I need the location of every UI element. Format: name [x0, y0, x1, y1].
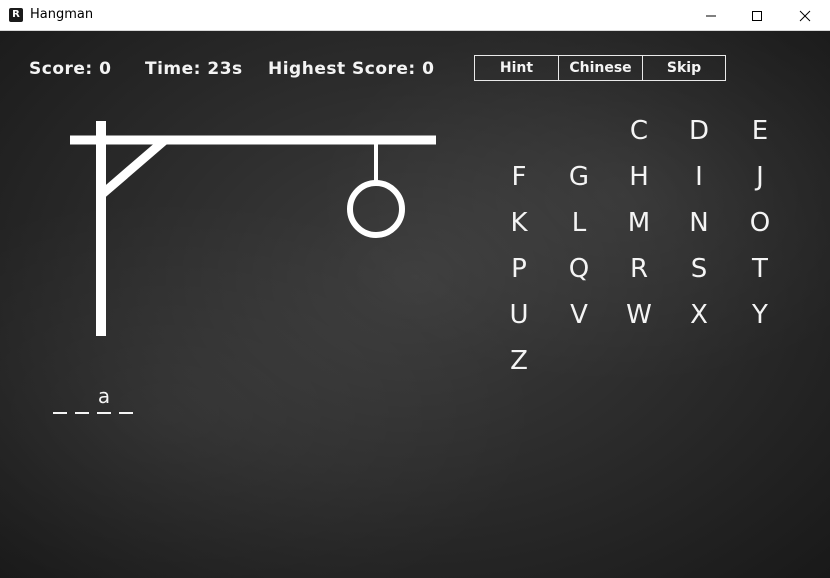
close-icon — [799, 10, 811, 22]
time-label: Time: 23s — [145, 59, 243, 79]
minimize-icon — [706, 15, 716, 17]
letter-button-l[interactable]: L — [559, 205, 599, 241]
gallows — [70, 121, 436, 336]
toolbar: Hint Chinese Skip — [474, 55, 726, 81]
hangman-window: R Hangman Score: 0 Time: 23s Highest Sco… — [0, 0, 830, 578]
word-display: a — [52, 384, 134, 414]
slot-char: a — [97, 384, 111, 408]
letter-button-w[interactable]: W — [619, 297, 659, 333]
window-title: Hangman — [30, 7, 94, 22]
noose-ring — [347, 180, 405, 238]
letter-button-r[interactable]: R — [619, 251, 659, 287]
letter-button-t[interactable]: T — [740, 251, 780, 287]
letter-slot: a — [96, 384, 112, 414]
letter-button-c[interactable]: C — [619, 113, 659, 149]
letter-button-p[interactable]: P — [499, 251, 539, 287]
letter-button-g[interactable]: G — [559, 159, 599, 195]
letter-slot — [52, 386, 68, 414]
skip-button[interactable]: Skip — [643, 56, 725, 80]
letter-button-q[interactable]: Q — [559, 251, 599, 287]
hint-button[interactable]: Hint — [475, 56, 559, 80]
letter-button-x[interactable]: X — [679, 297, 719, 333]
letter-button-z[interactable]: Z — [499, 343, 539, 379]
letter-button-v[interactable]: V — [559, 297, 599, 333]
close-button[interactable] — [782, 0, 828, 31]
letter-button-m[interactable]: M — [619, 205, 659, 241]
maximize-button[interactable] — [734, 0, 780, 31]
letter-button-n[interactable]: N — [679, 205, 719, 241]
letter-slot — [118, 386, 134, 414]
letter-button-k[interactable]: K — [499, 205, 539, 241]
letter-button-d[interactable]: D — [679, 113, 719, 149]
letter-button-i[interactable]: I — [679, 159, 719, 195]
score-label: Score: 0 — [29, 59, 112, 79]
maximize-icon — [752, 11, 762, 21]
chinese-button[interactable]: Chinese — [559, 56, 643, 80]
chalkboard: Score: 0 Time: 23s Highest Score: 0 Hint… — [0, 31, 830, 578]
letter-button-h[interactable]: H — [619, 159, 659, 195]
letter-button-f[interactable]: F — [499, 159, 539, 195]
letter-button-u[interactable]: U — [499, 297, 539, 333]
letter-button-o[interactable]: O — [740, 205, 780, 241]
letter-slot — [74, 386, 90, 414]
hangman-app-icon: R — [9, 8, 23, 22]
minimize-button[interactable] — [688, 0, 734, 31]
letter-button-y[interactable]: Y — [740, 297, 780, 333]
letter-grid: CDE FGHIJ KLMNO PQRST UVWXY Z — [490, 111, 800, 411]
letter-button-j[interactable]: J — [740, 159, 780, 195]
letter-button-e[interactable]: E — [740, 113, 780, 149]
letter-button-s[interactable]: S — [679, 251, 719, 287]
title-bar: R Hangman — [0, 0, 830, 31]
gallows-brace — [97, 136, 168, 200]
highest-score-label: Highest Score: 0 — [268, 59, 435, 79]
